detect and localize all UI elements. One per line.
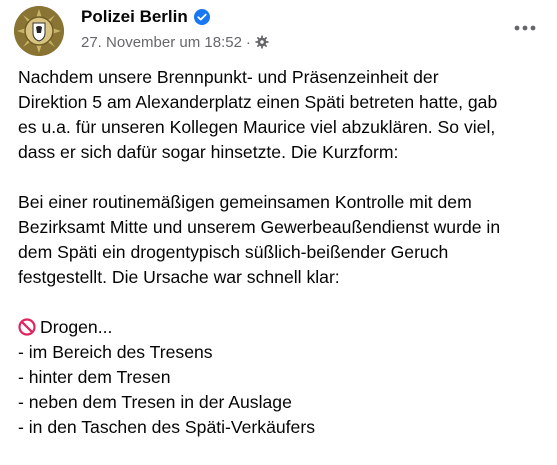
more-options-button[interactable]: [507, 14, 543, 42]
paragraph-2: Bei einer routinemäßigen gemeinsamen Kon…: [18, 190, 548, 290]
avatar[interactable]: [14, 6, 64, 56]
no-entry-emoji-icon: [18, 318, 36, 336]
post-timestamp[interactable]: 27. November um 18:52: [81, 34, 242, 51]
text-line: festgestellt. Die Ursache war schnell kl…: [18, 267, 340, 287]
paragraph-1: Nachdem unsere Brennpunkt- und Präsenzei…: [18, 65, 548, 165]
text-line: Bezirksamt Mitte und unserem Gewerbeauße…: [18, 217, 501, 237]
list-item: - hinter dem Tresen: [18, 367, 171, 387]
author-row: Polizei Berlin: [81, 6, 210, 28]
text-line: dass er sich dafür sogar hinsetzte. Die …: [18, 142, 399, 162]
verified-badge-icon: [193, 9, 210, 25]
drug-list: Drogen... - im Bereich des Tresens - hin…: [18, 315, 548, 440]
police-badge-icon: [14, 6, 64, 56]
list-item: - im Bereich des Tresens: [18, 342, 213, 362]
post-meta: 27. November um 18:52 ·: [81, 32, 269, 52]
list-heading: Drogen...: [18, 315, 548, 340]
text-line: dem Späti ein drogentypisch süßlich-beiß…: [18, 242, 449, 262]
list-item: - in den Taschen des Späti-Verkäufers: [18, 417, 315, 437]
public-gear-icon[interactable]: [255, 35, 269, 49]
page-name[interactable]: Polizei Berlin: [81, 7, 188, 27]
post-header: Polizei Berlin 27. November um 18:52 ·: [0, 0, 557, 64]
text-line: Nachdem unsere Brennpunkt- und Präsenzei…: [18, 67, 439, 87]
list-item: - neben dem Tresen in der Auslage: [18, 392, 292, 412]
text-line: Direktion 5 am Alexanderplatz einen Spät…: [18, 92, 498, 112]
text-line: Bei einer routinemäßigen gemeinsamen Kon…: [18, 192, 472, 212]
list-heading-text: Drogen...: [40, 317, 113, 337]
post-text: Nachdem unsere Brennpunkt- und Präsenzei…: [18, 65, 548, 440]
more-dots-icon: [514, 25, 536, 31]
meta-separator: ·: [245, 33, 251, 51]
text-line: es u.a. für unseren Kollegen Maurice vie…: [18, 117, 496, 137]
